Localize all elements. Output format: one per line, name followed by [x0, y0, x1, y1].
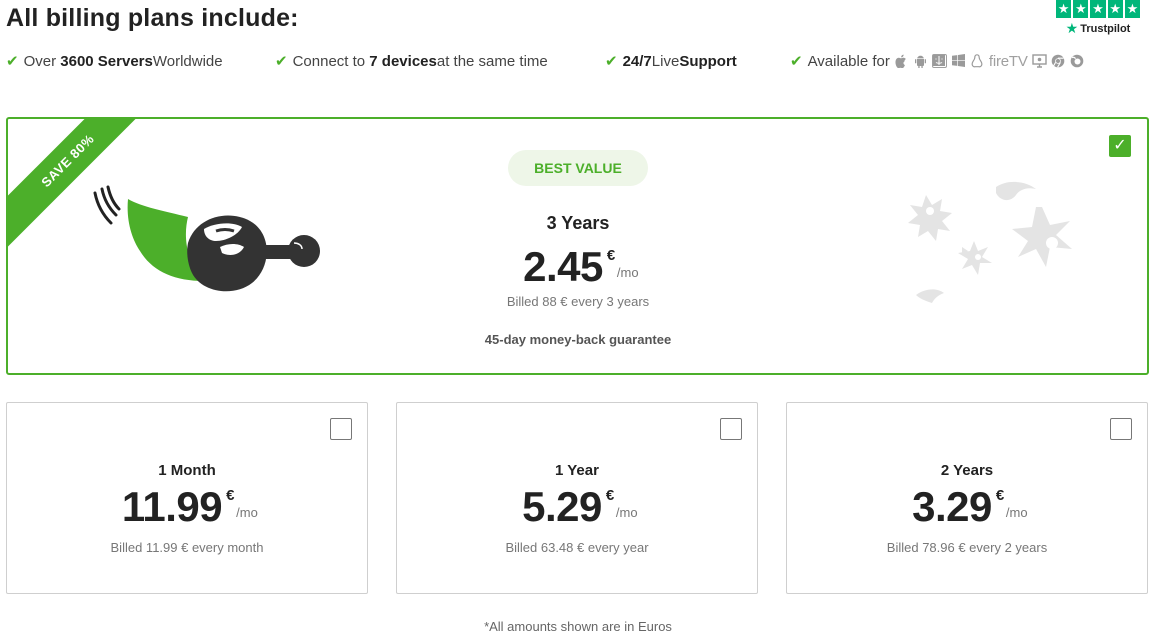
star-icon: ★ — [1107, 0, 1123, 18]
trustpilot-star-icon: ★ — [1065, 20, 1079, 36]
check-icon: ✔ — [6, 53, 19, 70]
checkbox-unchecked-icon[interactable] — [330, 418, 352, 440]
mascot-illustration — [88, 181, 328, 302]
plan-name: 3 Years — [546, 213, 610, 233]
windows-icon — [951, 53, 966, 69]
feature-support: ✔ 24/7 Live Support — [605, 52, 737, 71]
finder-icon — [931, 54, 947, 68]
checkbox-unchecked-icon[interactable] — [720, 418, 742, 440]
android-icon — [913, 54, 928, 69]
price-period: /mo — [616, 265, 639, 280]
currency-footnote: *All amounts shown are in Euros — [484, 619, 672, 634]
features-list: ✔ Over 3600 Servers Worldwide ✔ Connect … — [6, 52, 1156, 72]
chrome-icon — [1051, 54, 1066, 69]
checkbox-checked-icon[interactable]: ✓ — [1109, 135, 1131, 157]
price-period: /mo — [615, 505, 638, 520]
price-display: 5.29 € /mo — [397, 483, 757, 531]
apple-icon — [894, 54, 909, 69]
firetv-icon: fireTV — [988, 52, 1028, 70]
check-icon: ✔ — [790, 53, 803, 70]
money-back-guarantee: 45-day money-back guarantee — [484, 332, 672, 347]
tv-icon — [1031, 53, 1047, 69]
trustpilot-widget[interactable]: ★ ★ ★ ★ ★ ★ Trustpilot — [1056, 0, 1141, 37]
featured-plan-card[interactable]: SAVE 80% ✓ BEST VALUE 3 Years 2.45 € /mo… — [6, 117, 1149, 375]
feature-servers: ✔ Over 3600 Servers Worldwide — [6, 52, 223, 71]
plan-card-1-month[interactable]: 1 Month 11.99 € /mo Billed 11.99 € every… — [6, 402, 368, 594]
star-icon: ★ — [1124, 0, 1141, 18]
plan-card-1-year[interactable]: 1 Year 5.29 € /mo Billed 63.48 € every y… — [396, 402, 758, 594]
price-amount: 3.29 — [912, 483, 992, 530]
billing-note: Billed 11.99 € every month — [110, 540, 264, 555]
feature-devices: ✔ Connect to 7 devices at the same time — [275, 52, 548, 71]
price-period: /mo — [236, 505, 258, 520]
feature-platforms: ✔ Available for fireTV — [790, 52, 1085, 70]
price-amount: 11.99 — [121, 483, 223, 530]
linux-icon — [970, 53, 985, 69]
star-icon: ★ — [1056, 0, 1072, 18]
plan-name: 1 Year — [555, 462, 599, 479]
check-icon: ✔ — [275, 53, 288, 70]
plan-name: 1 Month — [158, 462, 216, 479]
currency-symbol: € — [226, 487, 235, 504]
currency-symbol: € — [605, 487, 615, 504]
page-title: All billing plans include: — [6, 4, 299, 32]
star-icon: ★ — [1090, 0, 1106, 18]
currency-symbol: € — [606, 247, 616, 264]
trustpilot-label: Trustpilot — [1080, 22, 1131, 35]
check-icon: ✔ — [605, 53, 618, 70]
price-amount: 2.45 — [523, 243, 603, 290]
currency-symbol: € — [995, 487, 1005, 504]
price-display: 3.29 € /mo — [787, 483, 1147, 531]
price-period: /mo — [1005, 505, 1028, 520]
price-display: 11.99 € /mo — [7, 483, 367, 531]
billing-note: Billed 63.48 € every year — [505, 540, 649, 555]
checkbox-unchecked-icon[interactable] — [1110, 418, 1132, 440]
firefox-icon — [1070, 54, 1085, 69]
price-amount: 5.29 — [522, 483, 602, 530]
billing-note: Billed 78.96 € every 2 years — [886, 540, 1048, 555]
best-value-badge: BEST VALUE — [508, 150, 648, 186]
billing-note: Billed 88 € every 3 years — [506, 294, 650, 309]
plan-card-2-years[interactable]: 2 Years 3.29 € /mo Billed 78.96 € every … — [786, 402, 1148, 594]
star-icon: ★ — [1073, 0, 1089, 18]
virus-illustration — [896, 177, 1096, 322]
trustpilot-stars: ★ ★ ★ ★ ★ — [1056, 0, 1141, 18]
plan-name: 2 Years — [940, 462, 994, 479]
price-display: 2.45 € /mo — [378, 243, 778, 291]
